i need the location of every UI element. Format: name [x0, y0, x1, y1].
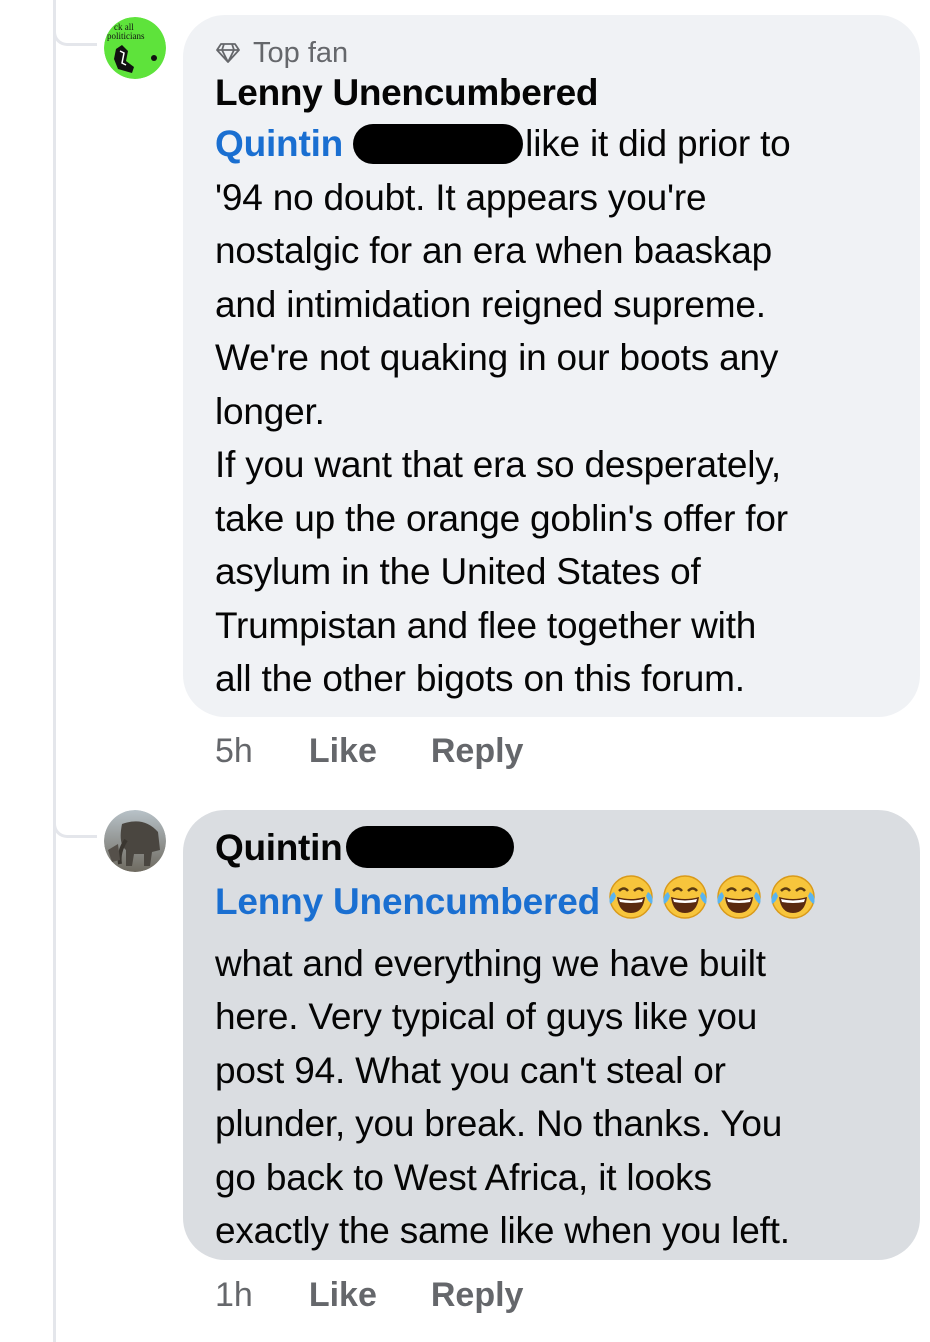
redacted-name [353, 124, 524, 165]
comment-line: longer. [215, 390, 325, 432]
comment-line: take up the orange goblin's offer for [215, 497, 788, 539]
comment-line: Quintin like it did prior to [215, 117, 890, 171]
comment-timestamp[interactable]: 1h [215, 1276, 253, 1315]
comment-bubble: Top fan Lenny Unencumbered Quintin like … [183, 15, 920, 717]
comment-line: nostalgic for an era when baaskap [215, 230, 772, 271]
comment-line: exactly the same like when you left. [215, 1210, 790, 1251]
top-fan-badge: Top fan [215, 37, 890, 69]
comment-author-row: Quintin [215, 824, 890, 872]
comment-line-text: like it did prior to [525, 123, 791, 164]
comment-line: We're not quaking in our boots any [215, 337, 779, 378]
reply-connector [53, 818, 97, 838]
comment-line: Trumpistan and flee together with [215, 604, 757, 646]
comment-line: asylum in the United States of [215, 551, 701, 592]
reply-button[interactable]: Reply [431, 732, 524, 771]
tears-of-joy-icon [609, 874, 816, 920]
avatar-image: ck all politicians [104, 17, 166, 79]
comment-author[interactable]: Quintin [215, 827, 343, 868]
avatar-text-line2: politicians [107, 31, 145, 41]
comment-line: what and everything we have built [215, 942, 766, 984]
avatar-image [104, 810, 166, 872]
laughing-emoji-group [606, 872, 822, 937]
reply-button[interactable]: Reply [431, 1276, 524, 1315]
comment-line: here. Very typical of guys like you [215, 996, 758, 1037]
mention-link[interactable]: Lenny Unencumbered [215, 881, 600, 922]
thread-line [53, 0, 56, 1342]
badge-label: Top fan [253, 36, 349, 69]
comment-line: plunder, you break. No thanks. You [215, 1103, 783, 1144]
mention-link[interactable]: Quintin [215, 123, 343, 164]
comment-text: Quintin like it did prior to '94 no doub… [215, 117, 890, 706]
comment-line: '94 no doubt. It appears you're [215, 176, 707, 218]
comment-text: Lenny Unencumbered what and everything w… [215, 872, 890, 1258]
avatar[interactable] [104, 810, 166, 872]
comment-line: go back to West Africa, it looks [215, 1156, 712, 1198]
comment-actions: 1h Like Reply [215, 1276, 577, 1315]
comment-line: post 94. What you can't steal or [215, 1049, 726, 1091]
comment-line: and intimidation reigned supreme. [215, 283, 766, 325]
diamond-icon [216, 43, 240, 63]
avatar[interactable]: ck all politicians [104, 17, 166, 79]
like-button[interactable]: Like [309, 1276, 377, 1315]
comment-author[interactable]: Lenny Unencumbered [215, 69, 890, 117]
redacted-name [346, 826, 515, 869]
comment-actions: 5h Like Reply [215, 732, 577, 771]
comment-line: Lenny Unencumbered [215, 872, 890, 937]
reply-connector [53, 26, 97, 46]
comment-bubble: Quintin Lenny Unencumbered what and ever… [183, 810, 920, 1260]
like-button[interactable]: Like [309, 732, 377, 771]
comment-line: all the other bigots on this forum. [215, 658, 745, 699]
comment-line: If you want that era so desperately, [215, 444, 781, 485]
comment-timestamp[interactable]: 5h [215, 732, 253, 771]
